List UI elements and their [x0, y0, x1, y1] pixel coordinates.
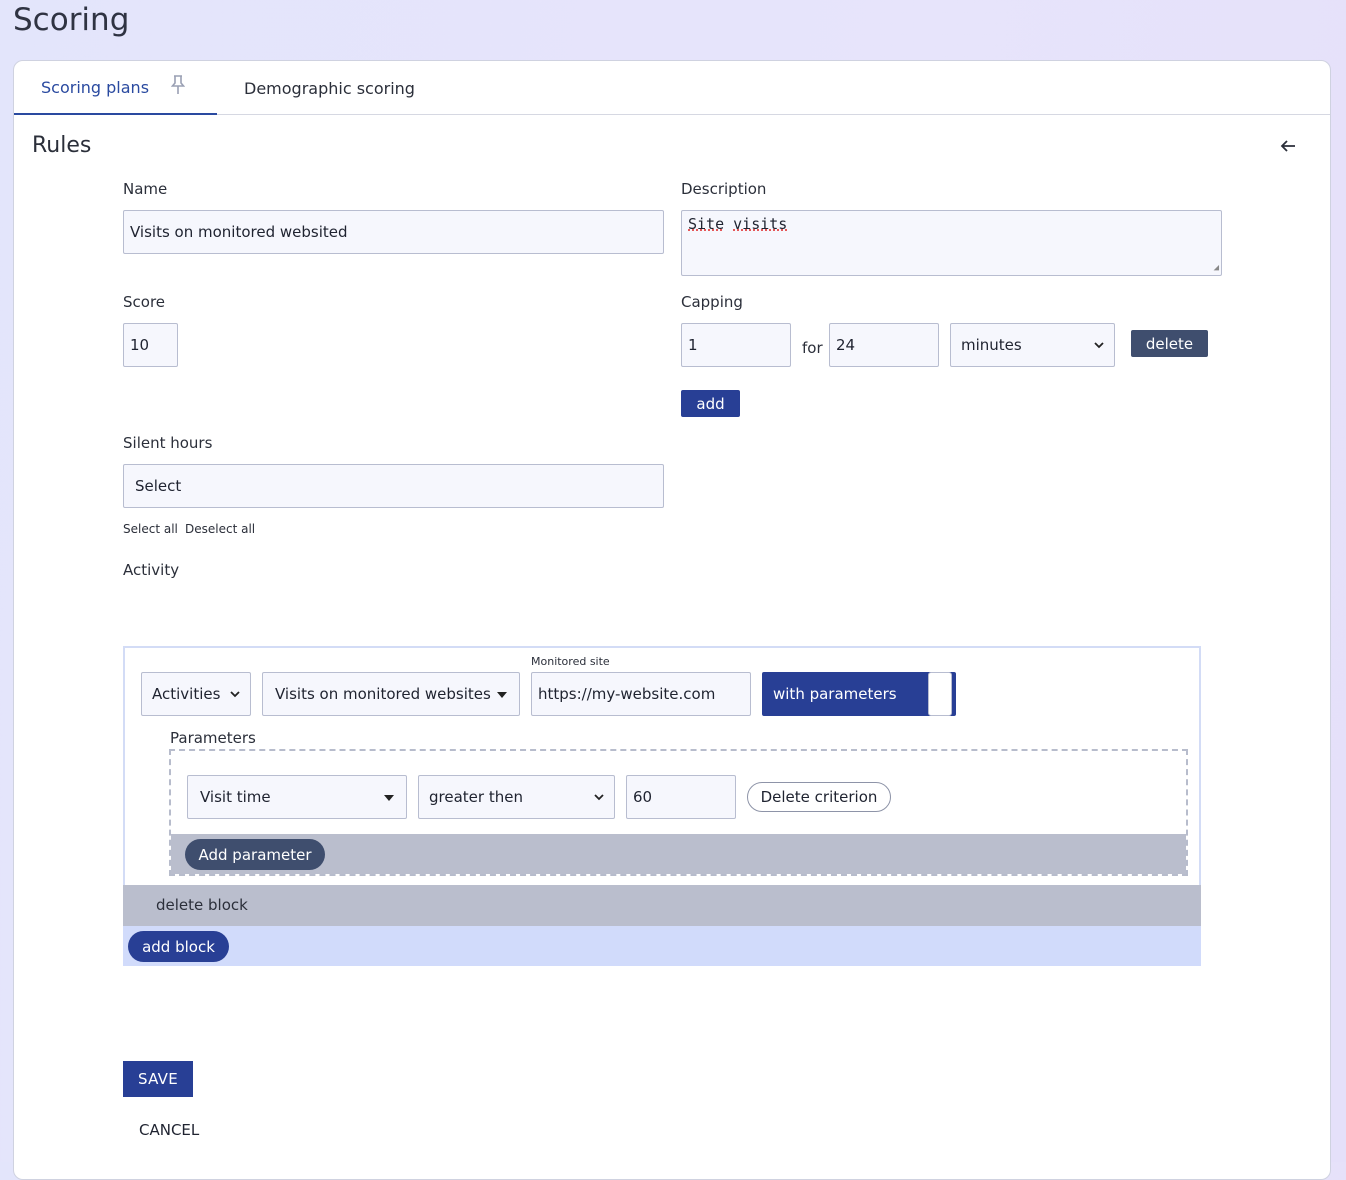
capping-unit-select[interactable]: minutes: [950, 323, 1115, 367]
score-label: Score: [123, 293, 166, 311]
tab-scoring-plans-label: Scoring plans: [41, 77, 150, 97]
capping-for-label: for: [802, 339, 823, 357]
deselect-all-link[interactable]: Deselect all: [185, 522, 255, 536]
activity-type-select[interactable]: Visits on monitored websites: [262, 672, 520, 716]
description-label: Description: [681, 180, 767, 198]
capping-delete-button[interactable]: delete: [1131, 330, 1208, 357]
pin-icon[interactable]: [170, 75, 186, 99]
delete-block-button[interactable]: delete block: [156, 896, 248, 914]
caret-down-icon: [384, 791, 394, 804]
capping-add-button[interactable]: add: [681, 390, 740, 417]
name-label: Name: [123, 180, 168, 198]
arrow-left-icon[interactable]: [1280, 135, 1296, 159]
block-footer: [123, 885, 1201, 926]
tab-scoring-plans[interactable]: Scoring plans: [14, 61, 217, 115]
select-all-link[interactable]: Select all: [123, 522, 178, 536]
capping-period-input[interactable]: 24: [829, 323, 939, 367]
criterion-operator-value: greater then: [429, 788, 523, 806]
add-block-button[interactable]: add block: [128, 931, 229, 962]
monitored-site-label: Monitored site: [531, 655, 610, 668]
criterion-value-input[interactable]: 60: [626, 775, 736, 819]
description-word-1: Site: [688, 215, 725, 233]
capping-label: Capping: [681, 293, 743, 311]
parameters-label: Parameters: [170, 729, 256, 747]
with-parameters-label: with parameters: [773, 685, 897, 703]
capping-unit-value: minutes: [961, 336, 1022, 354]
name-input-value: Visits on monitored websited: [130, 223, 348, 241]
criterion-field-value: Visit time: [200, 788, 271, 806]
tab-bar: Scoring plans Demographic scoring: [14, 61, 1330, 115]
add-parameter-button[interactable]: Add parameter: [185, 839, 325, 870]
capping-count-input[interactable]: 1: [681, 323, 791, 367]
tab-demographic-scoring[interactable]: Demographic scoring: [244, 61, 415, 115]
with-parameters-toggle[interactable]: with parameters: [762, 672, 956, 716]
activity-category-value: Activities: [152, 685, 221, 703]
capping-count-value: 1: [688, 336, 698, 354]
description-word-2: visits: [733, 215, 788, 233]
toggle-knob: [928, 672, 952, 716]
add-block-bar: [123, 926, 1201, 966]
chevron-down-icon: [594, 791, 604, 804]
description-textarea[interactable]: Site visits ◢: [681, 210, 1222, 276]
score-input[interactable]: 10: [123, 323, 178, 367]
chevron-down-icon: [230, 688, 240, 701]
score-input-value: 10: [130, 336, 150, 354]
delete-criterion-button[interactable]: Delete criterion: [747, 782, 891, 812]
main-card: Scoring plans Demographic scoring Rules …: [13, 60, 1331, 1180]
silent-hours-placeholder: Select: [135, 477, 182, 495]
criterion-field-select[interactable]: Visit time: [187, 775, 407, 819]
resize-grip-icon[interactable]: ◢: [1214, 263, 1219, 273]
caret-down-icon: [497, 688, 507, 701]
criterion-operator-select[interactable]: greater then: [418, 775, 615, 819]
cancel-button[interactable]: CANCEL: [139, 1121, 199, 1139]
activity-category-select[interactable]: Activities: [141, 672, 251, 716]
page-title: Scoring: [13, 2, 130, 38]
save-button[interactable]: SAVE: [123, 1061, 193, 1097]
silent-hours-label: Silent hours: [123, 434, 213, 452]
monitored-site-input[interactable]: https://my-website.com: [531, 672, 751, 716]
name-input[interactable]: Visits on monitored websited: [123, 210, 664, 254]
criterion-value: 60: [633, 788, 653, 806]
section-title: Rules: [32, 133, 92, 158]
activity-type-value: Visits on monitored websites: [275, 685, 491, 703]
silent-hours-select[interactable]: Select: [123, 464, 664, 508]
capping-period-value: 24: [836, 336, 856, 354]
activity-label: Activity: [123, 561, 180, 579]
chevron-down-icon: [1094, 339, 1104, 352]
monitored-site-value: https://my-website.com: [538, 685, 716, 703]
